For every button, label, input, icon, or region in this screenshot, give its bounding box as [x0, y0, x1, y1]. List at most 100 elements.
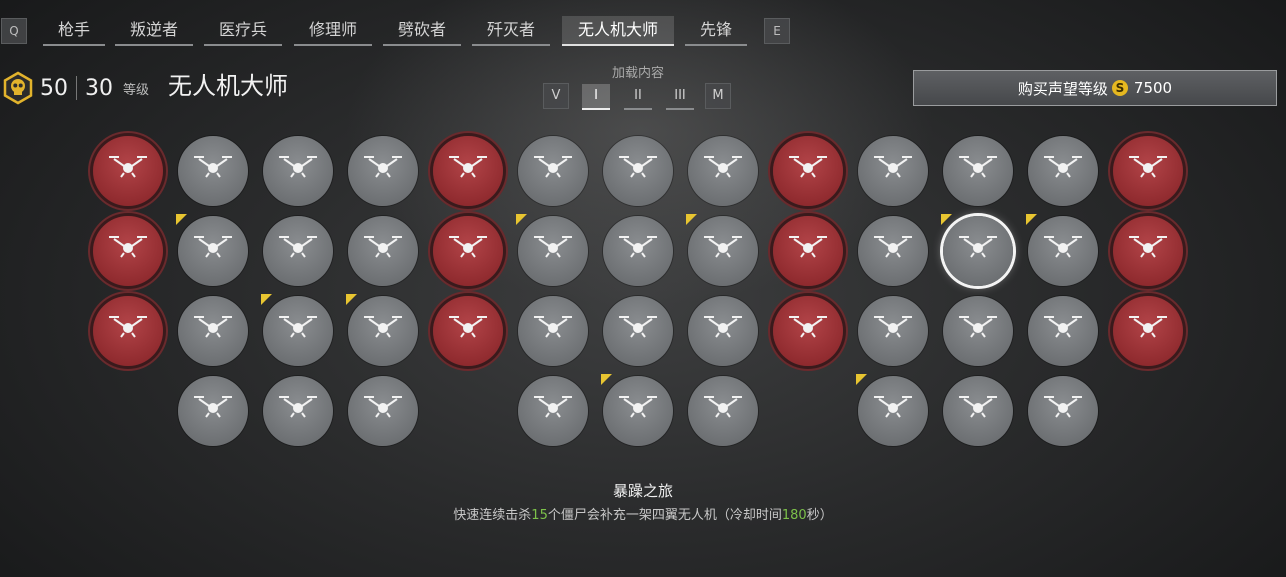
drone-icon	[1125, 146, 1171, 196]
drone-icon	[445, 146, 491, 196]
perk-button[interactable]	[93, 136, 163, 206]
new-perk-flag	[261, 294, 272, 305]
drone-icon	[530, 226, 576, 276]
drone-icon	[955, 306, 1001, 356]
tab-dronemaster[interactable]: 无人机大师	[562, 16, 674, 46]
perk-button[interactable]	[943, 136, 1013, 206]
perk-button[interactable]	[858, 216, 928, 286]
loadout-slot-3[interactable]: III	[666, 84, 694, 110]
perk-button[interactable]	[688, 216, 758, 286]
tab-exterminator[interactable]: 歼灭者	[472, 16, 550, 46]
prev-class-key[interactable]: Q	[1, 18, 27, 44]
perk-button[interactable]	[178, 216, 248, 286]
tab-fixer[interactable]: 修理师	[294, 16, 372, 46]
perk-button[interactable]	[773, 296, 843, 366]
drone-icon	[190, 226, 236, 276]
tab-slasher[interactable]: 劈砍者	[383, 16, 461, 46]
perk-button[interactable]	[178, 296, 248, 366]
perk-button[interactable]	[603, 296, 673, 366]
tab-renegade[interactable]: 叛逆者	[115, 16, 193, 46]
perk-button[interactable]	[348, 216, 418, 286]
perk-button[interactable]	[433, 216, 503, 286]
perk-button[interactable]	[348, 136, 418, 206]
drone-icon	[530, 306, 576, 356]
buy-prestige-button[interactable]: 购买声望等级 S 7500	[913, 70, 1277, 106]
drone-icon	[870, 146, 916, 196]
perk-button[interactable]	[263, 216, 333, 286]
perk-button[interactable]	[433, 136, 503, 206]
level-divider	[76, 76, 77, 100]
perk-button[interactable]	[433, 296, 503, 366]
drone-icon	[870, 386, 916, 436]
drone-icon	[360, 306, 406, 356]
drone-icon	[785, 306, 831, 356]
new-perk-flag	[346, 294, 357, 305]
perk-button[interactable]	[1028, 296, 1098, 366]
perk-button[interactable]	[263, 296, 333, 366]
loadout-slot-2[interactable]: II	[624, 84, 652, 110]
perk-button[interactable]	[773, 136, 843, 206]
drone-icon	[615, 146, 661, 196]
perk-title: 暴躁之旅	[612, 482, 673, 500]
perk-button[interactable]	[93, 216, 163, 286]
drone-icon	[1125, 306, 1171, 356]
drone-icon	[615, 386, 661, 436]
next-loadout-key[interactable]: M	[705, 83, 731, 109]
perk-button[interactable]	[1113, 216, 1183, 286]
perk-button[interactable]	[603, 216, 673, 286]
class-title: 无人机大师	[168, 72, 288, 100]
drone-icon	[615, 226, 661, 276]
drone-icon	[275, 386, 321, 436]
perk-button[interactable]	[1113, 296, 1183, 366]
drone-icon	[870, 226, 916, 276]
perk-button[interactable]	[858, 136, 928, 206]
perk-button[interactable]	[943, 296, 1013, 366]
drone-icon	[360, 146, 406, 196]
perk-button[interactable]	[943, 216, 1013, 286]
drone-icon	[1125, 226, 1171, 276]
drone-icon	[615, 306, 661, 356]
tab-vanguard[interactable]: 先锋	[685, 16, 747, 46]
perk-button[interactable]	[943, 376, 1013, 446]
next-class-key[interactable]: E	[764, 18, 790, 44]
perk-button[interactable]	[348, 296, 418, 366]
perk-button[interactable]	[688, 296, 758, 366]
loadout-slot-1[interactable]: I	[582, 84, 610, 110]
perk-button[interactable]	[603, 376, 673, 446]
level-label: 等级	[123, 82, 150, 98]
drone-icon	[105, 306, 151, 356]
perk-button[interactable]	[688, 136, 758, 206]
perk-button[interactable]	[603, 136, 673, 206]
perk-button[interactable]	[518, 136, 588, 206]
drone-icon	[530, 386, 576, 436]
perk-button[interactable]	[178, 376, 248, 446]
drone-icon	[360, 226, 406, 276]
drone-icon	[190, 386, 236, 436]
perk-button[interactable]	[1113, 136, 1183, 206]
perk-button[interactable]	[263, 376, 333, 446]
buy-prestige-price: 7500	[1133, 79, 1173, 97]
perk-button[interactable]	[858, 376, 928, 446]
perk-button[interactable]	[1028, 376, 1098, 446]
perk-button[interactable]	[93, 296, 163, 366]
drone-icon	[190, 146, 236, 196]
perk-button[interactable]	[518, 296, 588, 366]
perk-button[interactable]	[1028, 136, 1098, 206]
tab-gunslinger[interactable]: 枪手	[43, 16, 105, 46]
perk-desc-kills: 15	[531, 508, 548, 523]
perk-button[interactable]	[178, 136, 248, 206]
perk-button[interactable]	[1028, 216, 1098, 286]
prestige-skull-badge-icon	[0, 70, 36, 106]
drone-icon	[445, 306, 491, 356]
perk-button[interactable]	[773, 216, 843, 286]
perk-button[interactable]	[688, 376, 758, 446]
perk-button[interactable]	[518, 376, 588, 446]
drone-icon	[785, 226, 831, 276]
perk-button[interactable]	[263, 136, 333, 206]
perk-button[interactable]	[348, 376, 418, 446]
perk-button[interactable]	[858, 296, 928, 366]
perk-button[interactable]	[518, 216, 588, 286]
prev-loadout-key[interactable]: V	[543, 83, 569, 109]
tab-medic[interactable]: 医疗兵	[204, 16, 282, 46]
drone-icon	[700, 146, 746, 196]
